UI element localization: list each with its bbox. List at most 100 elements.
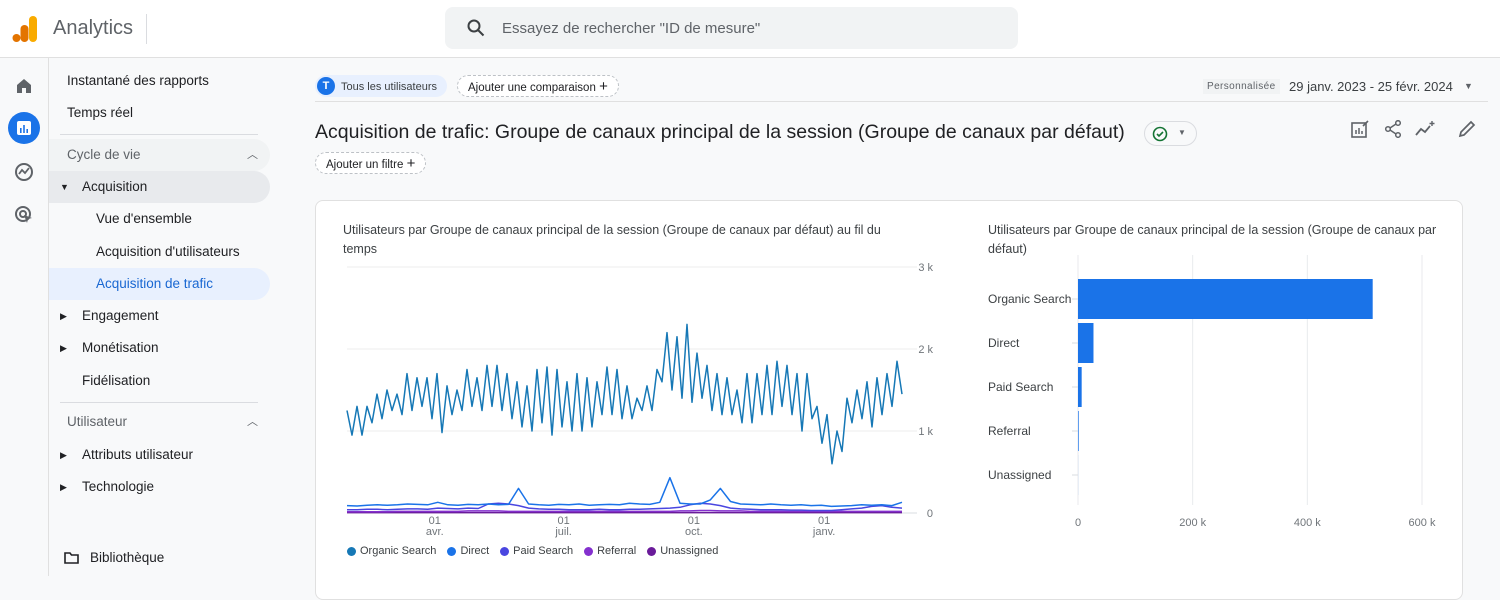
share-icon[interactable] xyxy=(1384,120,1402,138)
series-line-direct xyxy=(347,478,902,507)
bar-chart-title: Utilisateurs par Groupe de canaux princi… xyxy=(988,221,1448,259)
explore-icon[interactable] xyxy=(8,156,40,188)
divider xyxy=(60,402,258,403)
search-input[interactable]: Essayez de rechercher "ID de mesure" xyxy=(445,7,1018,49)
advertising-icon[interactable] xyxy=(8,199,40,231)
bar-category-label: Direct xyxy=(988,336,1019,350)
insights-icon[interactable] xyxy=(1415,120,1437,138)
chevron-up-icon: ︿ xyxy=(247,406,258,438)
nav-realtime[interactable]: Temps réel xyxy=(67,97,133,129)
segment-chip[interactable]: T Tous les utilisateurs xyxy=(315,75,447,97)
caret-right-icon: ▶ xyxy=(60,300,67,332)
analytics-logo-icon xyxy=(12,15,38,43)
nav-label: Technologie xyxy=(82,479,154,494)
bar-organic-search xyxy=(1078,279,1373,319)
check-circle-icon xyxy=(1152,126,1168,142)
app-name: Analytics xyxy=(53,17,133,40)
legend-item[interactable]: Unassigned xyxy=(647,545,718,557)
divider xyxy=(60,134,258,135)
caret-down-icon[interactable]: ▼ xyxy=(1464,81,1473,91)
nav-label: Engagement xyxy=(82,308,159,323)
nav-retention[interactable]: Fidélisation xyxy=(82,365,150,397)
chevron-up-icon: ︿ xyxy=(247,139,258,171)
legend-item[interactable]: Organic Search xyxy=(347,545,436,557)
bar-category-label: Organic Search xyxy=(988,292,1071,306)
nav-overview[interactable]: Vue d'ensemble xyxy=(96,203,192,235)
legend-item[interactable]: Direct xyxy=(447,545,489,557)
caret-down-icon: ▼ xyxy=(60,171,69,203)
x-tick-label: 600 k xyxy=(1409,517,1436,529)
customize-report-icon[interactable] xyxy=(1351,120,1369,138)
nav-user-acquisition[interactable]: Acquisition d'utilisateurs xyxy=(96,236,240,268)
legend-item[interactable]: Paid Search xyxy=(500,545,573,557)
nav-library[interactable]: Bibliothèque xyxy=(64,542,164,574)
divider xyxy=(146,14,147,44)
home-icon[interactable] xyxy=(8,70,40,102)
nav-label: Acquisition xyxy=(82,179,147,194)
caret-right-icon: ▶ xyxy=(60,471,67,503)
plus-icon: + xyxy=(599,78,608,95)
series-line-organic-search xyxy=(347,324,902,463)
bar-referral xyxy=(1078,411,1079,451)
bar-category-label: Referral xyxy=(988,424,1031,438)
line-chart-title: Utilisateurs par Groupe de canaux princi… xyxy=(343,221,913,259)
divider xyxy=(315,101,1488,102)
legend-label: Direct xyxy=(460,545,489,557)
legend-dot xyxy=(347,547,356,556)
date-badge: Personnalisée xyxy=(1203,79,1280,94)
page-title: Acquisition de trafic: Groupe de canaux … xyxy=(315,121,1125,144)
y-tick-label: 2 k xyxy=(918,344,933,356)
legend-label: Paid Search xyxy=(513,545,573,557)
legend-label: Referral xyxy=(597,545,636,557)
nav-section-lifecycle[interactable]: Cycle de vie︿ xyxy=(49,139,270,171)
nav-snapshot[interactable]: Instantané des rapports xyxy=(67,65,209,97)
legend-dot xyxy=(447,547,456,556)
nav-section-user[interactable]: Utilisateur︿ xyxy=(49,406,270,438)
legend-dot xyxy=(647,547,656,556)
edit-pencil-icon[interactable] xyxy=(1458,120,1476,138)
nav-label: Bibliothèque xyxy=(90,550,164,565)
legend-dot xyxy=(584,547,593,556)
add-comparison-button[interactable]: Ajouter une comparaison + xyxy=(457,75,619,97)
x-tick-month: juil. xyxy=(554,526,572,538)
x-tick-label: 200 k xyxy=(1179,517,1206,529)
nav-user-attributes[interactable]: ▶ Attributs utilisateur xyxy=(49,439,193,471)
y-tick-label: 3 k xyxy=(918,262,933,274)
nav-technology[interactable]: ▶ Technologie xyxy=(49,471,154,503)
status-dropdown[interactable]: ▼ xyxy=(1144,121,1197,146)
segment-avatar: T xyxy=(317,77,335,95)
bar-category-label: Unassigned xyxy=(988,468,1051,482)
y-tick-label: 0 xyxy=(927,508,933,520)
line-chart: 01 k2 k3 k01avr.01juil.01oct.01janv. xyxy=(330,255,950,540)
x-tick-label: 400 k xyxy=(1294,517,1321,529)
caret-right-icon: ▶ xyxy=(60,439,67,471)
y-tick-label: 1 k xyxy=(918,426,933,438)
bar-paid-search xyxy=(1078,367,1082,407)
legend-item[interactable]: Referral xyxy=(584,545,636,557)
button-label: Ajouter un filtre xyxy=(326,159,403,171)
search-placeholder: Essayez de rechercher "ID de mesure" xyxy=(502,20,760,37)
line-chart-legend: Organic Search Direct Paid Search Referral U… xyxy=(347,545,718,557)
nav-label: Attributs utilisateur xyxy=(82,447,193,462)
x-tick-month: avr. xyxy=(426,526,444,538)
x-tick-month: janv. xyxy=(812,526,835,538)
bar-direct xyxy=(1078,323,1093,363)
bar-chart: 0 200 k 400 k 600 k xyxy=(1040,255,1460,540)
nav-traffic-acquisition[interactable]: Acquisition de trafic xyxy=(49,268,270,300)
search-icon xyxy=(467,19,485,37)
nav-monetization[interactable]: ▶ Monétisation xyxy=(49,332,159,364)
legend-label: Organic Search xyxy=(360,545,436,557)
folder-icon xyxy=(64,552,79,564)
plus-icon: + xyxy=(407,155,416,172)
reports-icon[interactable] xyxy=(8,112,40,144)
nav-acquisition[interactable]: ▼ Acquisition xyxy=(49,171,270,203)
date-range-picker[interactable]: 29 janv. 2023 - 25 févr. 2024 xyxy=(1289,79,1453,94)
add-filter-button[interactable]: Ajouter un filtre + xyxy=(315,152,426,174)
bar-category-label: Paid Search xyxy=(988,380,1053,394)
legend-dot xyxy=(500,547,509,556)
caret-right-icon: ▶ xyxy=(60,332,67,364)
nav-engagement[interactable]: ▶ Engagement xyxy=(49,300,159,332)
nav-label: Monétisation xyxy=(82,340,159,355)
x-tick-label: 0 xyxy=(1075,517,1081,529)
reports-nav: Instantané des rapports Temps réel Cycle… xyxy=(49,58,289,576)
